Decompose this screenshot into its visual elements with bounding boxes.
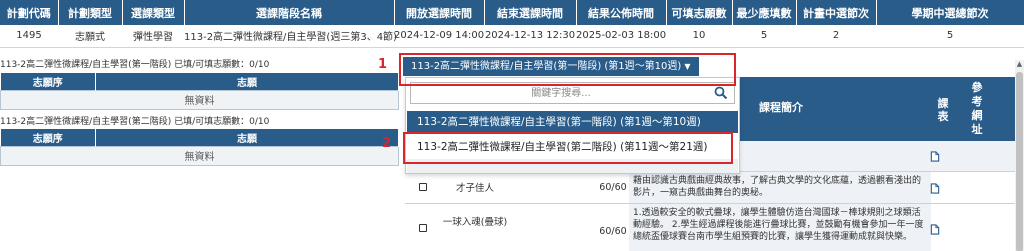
plan-table: 計劃代碼 計劃類型 選課類型 選課階段名稱 開放選課時間 結束選課時間 結果公佈… xyxy=(0,0,1024,48)
wish-col-order: 志願序 xyxy=(0,73,96,90)
scroll-thumb[interactable] xyxy=(1016,72,1023,251)
search-input[interactable] xyxy=(411,83,711,103)
stage-select[interactable]: 113-2高二彈性微課程/自主學習(第一階段) (第1週～第10週) ▼ xyxy=(403,57,699,76)
plan-cell: 5 xyxy=(732,25,796,48)
vertical-scrollbar[interactable]: ▲ xyxy=(1015,60,1024,251)
plan-cell: 志願式 xyxy=(58,25,122,48)
scroll-up-arrow-icon[interactable]: ▲ xyxy=(1015,60,1024,69)
plan-header-cell: 選課類型 xyxy=(122,0,185,25)
course-col-ref: 參考網址 xyxy=(971,81,983,136)
wish-header-row: 志願序 志願 xyxy=(0,73,399,90)
plan-header-cell: 可填志願數 xyxy=(666,0,733,25)
plan-header-cell: 選課階段名稱 xyxy=(184,0,395,25)
plan-header-cell: 結果公佈時間 xyxy=(576,0,667,25)
plan-header-cell: 學期中選總節次 xyxy=(876,0,1024,25)
course-quota: 60/60 xyxy=(599,182,627,193)
plan-header-cell: 計畫中選節次 xyxy=(796,0,877,25)
plan-cell: 2024-12-13 12:30 xyxy=(484,25,576,48)
plan-cell: 5 xyxy=(876,25,1024,48)
course-col-syllabus: 課表 xyxy=(937,97,949,123)
plan-header-cell: 計劃代碼 xyxy=(0,0,59,25)
plan-row: 1495 志願式 彈性學習 113-2高二彈性微課程/自主學習(週三第3、4節)… xyxy=(0,25,1024,48)
plan-cell: 2025-02-03 18:00 xyxy=(576,25,666,48)
search-icon[interactable] xyxy=(714,86,728,100)
course-checkbox[interactable] xyxy=(419,183,427,191)
wish-caption-stage-2: 113-2高二彈性微課程/自主學習(第二階段) 已填/可填志願數：0/10 xyxy=(0,117,270,127)
dropdown-footer-strip xyxy=(407,159,738,173)
plan-header-cell: 結束選課時間 xyxy=(484,0,577,25)
document-icon[interactable] xyxy=(930,183,940,194)
document-icon[interactable] xyxy=(930,224,940,235)
wish-empty-row: 無資料 xyxy=(0,89,399,110)
course-name: 才子佳人 xyxy=(455,183,494,194)
course-checkbox[interactable] xyxy=(419,224,427,232)
wish-header-row: 志願序 志願 xyxy=(0,129,399,146)
course-desc: 1.透過較安全的軟式疊球，讓學生體驗仿造台灣國球－棒球規則之球類活動經驗。 2.… xyxy=(633,208,924,242)
wish-table-stage-1: 志願序 志願 無資料 xyxy=(0,73,399,110)
wish-col-wish: 志願 xyxy=(95,129,399,146)
annotation-number-1: 1 xyxy=(378,57,388,72)
wish-empty-text: 無資料 xyxy=(0,145,399,166)
caret-down-icon: ▼ xyxy=(684,62,691,71)
plan-header-cell: 開放選課時間 xyxy=(394,0,485,25)
wish-col-order: 志願序 xyxy=(0,129,96,146)
wish-empty-text: 無資料 xyxy=(0,89,399,110)
plan-header-cell: 最少應填數 xyxy=(732,0,797,25)
stage-dropdown-menu: 113-2高二彈性微課程/自主學習(第一階段) (第1週～第10週) 113-2… xyxy=(405,77,740,174)
stage-select-value: 113-2高二彈性微課程/自主學習(第一階段) (第1週～第10週) xyxy=(411,61,682,72)
stage-option-1[interactable]: 113-2高二彈性微課程/自主學習(第一階段) (第1週～第10週) xyxy=(407,111,738,133)
annotation-number-2: 2 xyxy=(382,136,392,151)
plan-header-row: 計劃代碼 計劃類型 選課類型 選課階段名稱 開放選課時間 結束選課時間 結果公佈… xyxy=(0,0,1024,25)
table-row: 一球入魂(疊球) 60/60 1.透過較安全的軟式疊球，讓學生體驗仿造台灣國球－… xyxy=(405,204,1015,251)
wish-empty-row: 無資料 xyxy=(0,145,399,166)
plan-cell: 2 xyxy=(796,25,876,48)
course-desc: 藉由認識古典戲曲經典故事，了解古典文學的文化底蘊，透過觀看淺出的影片，一窺古典戲… xyxy=(633,176,922,198)
plan-cell: 彈性學習 xyxy=(122,25,184,48)
plan-header-cell: 計劃類型 xyxy=(58,0,123,25)
course-quota: 60/60 xyxy=(599,226,627,237)
document-icon[interactable] xyxy=(930,151,940,162)
wish-caption-stage-1: 113-2高二彈性微課程/自主學習(第一階段) 已填/可填志願數：0/10 xyxy=(0,60,270,70)
table-row: 才子佳人 60/60 藉由認識古典戲曲經典故事，了解古典文學的文化底蘊，透過觀看… xyxy=(405,172,1015,204)
course-col-intro: 課程簡介 xyxy=(759,101,803,114)
course-name: 一球入魂(疊球) xyxy=(442,217,508,228)
plan-cell: 1495 xyxy=(0,25,58,48)
plan-cell: 10 xyxy=(666,25,732,48)
wish-table-stage-2: 志願序 志願 無資料 xyxy=(0,129,399,166)
search-box xyxy=(410,82,735,104)
wish-col-wish: 志願 xyxy=(95,73,399,90)
plan-cell: 2024-12-09 14:00 xyxy=(394,25,484,48)
stage-option-2[interactable]: 113-2高二彈性微課程/自主學習(第二階段) (第11週～第21週) xyxy=(407,136,738,158)
plan-cell: 113-2高二彈性微課程/自主學習(週三第3、4節) xyxy=(184,25,397,48)
